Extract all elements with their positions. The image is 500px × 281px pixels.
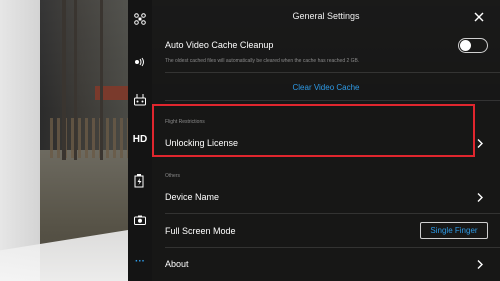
flight-restrictions-section-label: Flight Restrictions [165, 119, 205, 125]
auto-cache-description: The oldest cached files will automatical… [165, 58, 360, 64]
hd-transmission-icon[interactable]: HD [128, 128, 152, 150]
divider [165, 72, 500, 73]
camera-wall [0, 0, 40, 281]
close-icon [474, 12, 484, 22]
chevron-right-icon[interactable] [476, 192, 484, 202]
full-screen-mode-select[interactable]: Single Finger [420, 222, 488, 239]
settings-sidebar: HD ··· [128, 0, 152, 281]
remote-controller-icon[interactable] [128, 89, 152, 111]
divider [165, 247, 500, 248]
battery-icon[interactable] [128, 170, 152, 192]
unlocking-license-item[interactable]: Unlocking License [165, 138, 238, 148]
panel-header: General Settings [152, 0, 500, 34]
auto-cache-title: Auto Video Cache Cleanup [165, 40, 274, 50]
close-button[interactable] [472, 10, 486, 24]
clear-video-cache-button[interactable]: Clear Video Cache [152, 83, 500, 92]
others-section-label: Others [165, 173, 181, 179]
chevron-right-icon[interactable] [476, 259, 484, 269]
general-settings-panel: General Settings Auto Video Cache Cleanu… [152, 0, 500, 281]
app-screen: HD ··· General Settings Auto Video Cache… [0, 0, 500, 281]
device-name-item[interactable]: Device Name [165, 192, 219, 202]
about-item[interactable]: About [165, 259, 189, 269]
more-icon[interactable]: ··· [128, 250, 152, 272]
full-screen-mode-label: Full Screen Mode [165, 226, 236, 236]
divider [165, 100, 500, 101]
page-title: General Settings [292, 11, 360, 21]
camera-tree [62, 0, 66, 160]
camera-tree [100, 0, 103, 160]
aircraft-icon[interactable] [128, 8, 152, 30]
chevron-right-icon[interactable] [476, 138, 484, 148]
auto-cache-toggle[interactable] [458, 38, 488, 53]
toggle-knob [460, 40, 471, 51]
divider [165, 213, 500, 214]
camera-icon[interactable] [128, 209, 152, 231]
camera-tree [74, 0, 77, 160]
remote-signal-icon[interactable] [128, 51, 152, 73]
hd-label: HD [132, 133, 148, 145]
more-label: ··· [135, 255, 145, 267]
